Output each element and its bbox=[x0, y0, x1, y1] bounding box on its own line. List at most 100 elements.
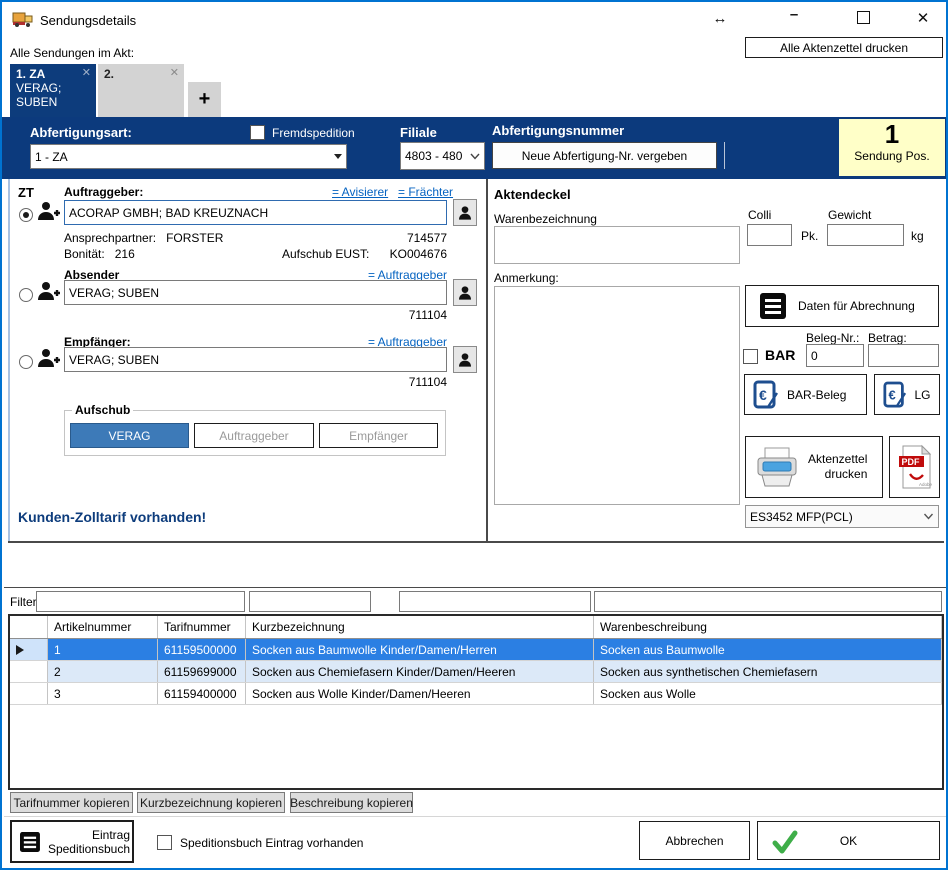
eintrag-speditionsbuch-button[interactable]: Eintrag Speditionsbuch bbox=[10, 820, 134, 863]
close-button[interactable]: ✕ bbox=[915, 9, 931, 27]
cell-kurzbezeichnung: Socken aus Baumwolle Kinder/Damen/Herren bbox=[246, 639, 594, 660]
tab1-line2: VERAG; bbox=[16, 81, 90, 95]
avisierer-link[interactable]: = Avisierer bbox=[332, 185, 388, 199]
minimize-button[interactable]: – bbox=[786, 6, 802, 23]
abfertigungsnummer-label: Abfertigungsnummer bbox=[492, 123, 624, 138]
app-icon bbox=[12, 10, 34, 31]
col-warenbeschreibung[interactable]: Warenbeschreibung bbox=[594, 616, 942, 638]
add-person-icon[interactable] bbox=[36, 346, 60, 373]
sendung-pos-count: 1 bbox=[839, 119, 945, 149]
aktenzettel-label-line2: drucken bbox=[825, 467, 868, 481]
aufschub-verag-button[interactable]: VERAG bbox=[70, 423, 189, 448]
add-person-icon[interactable] bbox=[36, 279, 60, 306]
tab-shipment-2[interactable]: 2. ✕ bbox=[98, 64, 184, 117]
pdf-button[interactable]: PDF Adobe bbox=[889, 436, 940, 498]
filter-kurzbezeichnung-input[interactable] bbox=[399, 591, 591, 612]
absender-address-button[interactable] bbox=[453, 279, 477, 306]
aktenzettel-drucken-button[interactable]: Aktenzettel drucken bbox=[745, 436, 883, 498]
neue-abfertigungsnummer-button[interactable]: Neue Abfertigung-Nr. vergeben bbox=[492, 142, 717, 169]
daten-fuer-abrechnung-button[interactable]: Daten für Abrechnung bbox=[745, 285, 939, 327]
cell-tarifnummer: 61159500000 bbox=[158, 639, 246, 660]
cell-tarifnummer: 61159699000 bbox=[158, 661, 246, 682]
person-icon bbox=[457, 351, 473, 369]
beschreibung-kopieren-button[interactable]: Beschreibung kopieren bbox=[290, 792, 413, 813]
auftraggeber-radio[interactable] bbox=[19, 208, 33, 222]
row-marker-cell bbox=[10, 683, 48, 704]
gewicht-input[interactable] bbox=[827, 224, 904, 246]
add-person-icon[interactable] bbox=[36, 199, 60, 226]
auftraggeber-input[interactable] bbox=[64, 200, 447, 225]
dropdown-arrow-icon[interactable] bbox=[334, 154, 342, 159]
beleg-nr-input[interactable] bbox=[806, 344, 864, 367]
anmerkung-textarea[interactable] bbox=[494, 286, 740, 505]
table-row[interactable]: 1 61159500000 Socken aus Baumwolle Kinde… bbox=[10, 639, 942, 661]
empfaenger-address-button[interactable] bbox=[453, 346, 477, 373]
ok-button[interactable]: OK bbox=[757, 821, 940, 860]
aufschub-legend: Aufschub bbox=[72, 403, 133, 417]
panel-bottom-line bbox=[8, 541, 944, 543]
table-row[interactable]: 2 61159699000 Socken aus Chemiefasern Ki… bbox=[10, 661, 942, 683]
aufschub-empfaenger-button[interactable]: Empfänger bbox=[319, 423, 438, 448]
print-all-aktenzettel-button[interactable]: Alle Aktenzettel drucken bbox=[745, 37, 943, 58]
table-row[interactable]: 3 61159400000 Socken aus Wolle Kinder/Da… bbox=[10, 683, 942, 705]
filter-artikelnummer-input[interactable] bbox=[36, 591, 245, 612]
svg-text:€: € bbox=[889, 387, 896, 402]
aktendeckel-title: Aktendeckel bbox=[494, 187, 571, 202]
resize-icon[interactable]: ↔ bbox=[712, 10, 728, 27]
cell-artikelnummer: 1 bbox=[48, 639, 158, 660]
daten-fuer-abrechnung-label: Daten für Abrechnung bbox=[798, 299, 915, 313]
lg-button[interactable]: € LG bbox=[874, 374, 940, 415]
cell-artikelnummer: 3 bbox=[48, 683, 158, 704]
green-check-icon bbox=[772, 830, 798, 854]
auftraggeber-address-button[interactable] bbox=[453, 199, 477, 226]
tab1-close-icon[interactable]: ✕ bbox=[82, 66, 91, 79]
lg-label: LG bbox=[914, 388, 930, 402]
aufschub-auftraggeber-button[interactable]: Auftraggeber bbox=[194, 423, 314, 448]
filter-warenbeschreibung-input[interactable] bbox=[594, 591, 942, 612]
kurzbezeichnung-kopieren-button[interactable]: Kurzbezeichnung kopieren bbox=[137, 792, 285, 813]
filter-tarifnummer-input[interactable] bbox=[249, 591, 371, 612]
bar-beleg-button[interactable]: € BAR-Beleg bbox=[744, 374, 867, 415]
printer-select[interactable]: ES3452 MFP(PCL) bbox=[745, 505, 939, 528]
tab-shipment-1[interactable]: 1. ZA VERAG; SUBEN ✕ bbox=[10, 64, 96, 117]
list-icon bbox=[760, 293, 786, 319]
maximize-button[interactable] bbox=[857, 11, 870, 24]
col-tarifnummer[interactable]: Tarifnummer bbox=[158, 616, 246, 638]
abbrechen-button[interactable]: Abbrechen bbox=[639, 821, 750, 860]
ok-label: OK bbox=[840, 834, 857, 848]
absender-radio[interactable] bbox=[19, 288, 33, 302]
fraechter-link[interactable]: = Frächter bbox=[398, 185, 453, 199]
person-icon bbox=[457, 204, 473, 222]
bar-checkbox[interactable] bbox=[743, 349, 758, 364]
speditionsbuch-checkbox[interactable] bbox=[157, 835, 172, 850]
colli-input[interactable] bbox=[747, 224, 792, 246]
absender-input[interactable] bbox=[64, 280, 447, 305]
warenbezeichnung-textarea[interactable] bbox=[494, 226, 740, 264]
printer-icon bbox=[754, 446, 800, 488]
filiale-select[interactable]: 4803 - 480 bbox=[400, 142, 485, 170]
colli-label: Colli bbox=[748, 208, 771, 222]
tab2-title: 2. bbox=[104, 67, 178, 81]
col-kurzbezeichnung[interactable]: Kurzbezeichnung bbox=[246, 616, 594, 638]
betrag-input[interactable] bbox=[868, 344, 939, 367]
sendungen-label: Alle Sendungen im Akt: bbox=[10, 46, 134, 60]
svg-text:PDF: PDF bbox=[901, 457, 920, 467]
bonitaet-label: Bonität: bbox=[64, 247, 105, 261]
add-shipment-tab-button[interactable]: + bbox=[188, 82, 221, 117]
col-artikelnummer[interactable]: Artikelnummer bbox=[48, 616, 158, 638]
tab2-close-icon[interactable]: ✕ bbox=[170, 66, 179, 79]
fremdspedition-checkbox[interactable] bbox=[250, 125, 265, 140]
cell-warenbeschreibung: Socken aus Baumwolle bbox=[594, 639, 942, 660]
warenbezeichnung-label: Warenbezeichnung bbox=[494, 212, 597, 226]
empfaenger-radio[interactable] bbox=[19, 355, 33, 369]
speditionsbuch-checkbox-label: Speditionsbuch Eintrag vorhanden bbox=[180, 836, 363, 850]
abfertigungsart-select[interactable]: 1 - ZA bbox=[30, 144, 347, 169]
tarifnummer-kopieren-button[interactable]: Tarifnummer kopieren bbox=[10, 792, 133, 813]
empfaenger-input[interactable] bbox=[64, 347, 447, 372]
aufschub-eust-value: KO004676 bbox=[347, 247, 447, 261]
table-header-row: Artikelnummer Tarifnummer Kurzbezeichnun… bbox=[10, 616, 942, 639]
bonitaet-value: 216 bbox=[115, 247, 135, 261]
svg-text:Adobe: Adobe bbox=[919, 482, 932, 487]
speditionsbuch-label-line2: Speditionsbuch bbox=[48, 842, 130, 856]
beleg-nr-label: Beleg-Nr.: bbox=[806, 331, 859, 345]
